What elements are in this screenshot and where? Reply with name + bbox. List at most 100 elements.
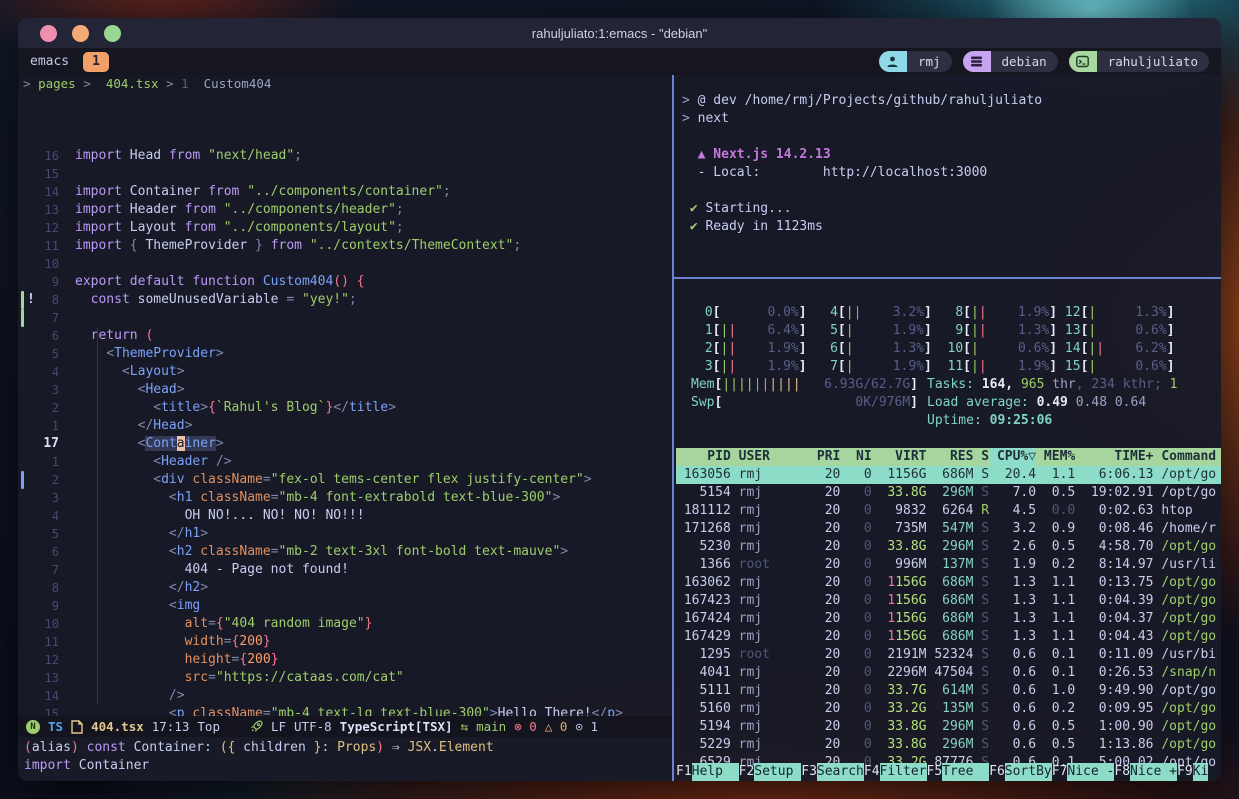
code-line[interactable]: 6 return ( [18, 327, 672, 345]
code-line[interactable]: 11import { ThemeProvider } from "../cont… [18, 237, 672, 255]
fkey-action-filter[interactable]: Filter [880, 763, 927, 781]
code-line[interactable]: 10 alt={"404 random image"} [18, 615, 672, 633]
code-line[interactable]: 13import Header from "../components/head… [18, 201, 672, 219]
code-line-text: export default function Custom404() { [75, 273, 365, 291]
git-branch[interactable]: main [476, 719, 506, 734]
gutter: 5 [18, 345, 67, 363]
code-line[interactable]: 15 <p className="mb-4 text-lg text-blue-… [18, 705, 672, 716]
code-line[interactable]: 1 <Header /> [18, 453, 672, 471]
modeline-filename: 404.tsx [91, 719, 144, 734]
code-line-text: <Header /> [75, 453, 232, 471]
maximize-button[interactable] [104, 25, 121, 42]
code-line[interactable]: 3 <Head> [18, 381, 672, 399]
fkey-action-help[interactable]: Help [692, 763, 739, 781]
code-line[interactable]: 1 </Head> [18, 417, 672, 435]
code-line[interactable]: 10 [18, 255, 672, 273]
terminal-line: ✔ Starting... [682, 200, 1221, 218]
process-row-171268[interactable]: 171268 rmj 20 0 735M 547M S 3.2 0.9 0:08… [676, 520, 1221, 538]
major-mode[interactable]: TypeScript[TSX] [340, 719, 453, 734]
process-row-167429[interactable]: 167429 rmj 20 0 1156G 686M S 1.3 1.1 0:0… [676, 628, 1221, 646]
process-row-163062[interactable]: 163062 rmj 20 0 1156G 686M S 1.3 1.1 0:1… [676, 574, 1221, 592]
code-line[interactable]: 7 404 - Page not found! [18, 561, 672, 579]
process-row-163056[interactable]: 163056 rmj 20 0 1156G 686M S 20.4 1.1 6:… [676, 466, 1221, 484]
code-line[interactable]: 14 /> [18, 687, 672, 705]
info-icon: ⊙ [575, 719, 583, 734]
fkey-action-search[interactable]: Search [817, 763, 864, 781]
process-row-5229[interactable]: 5229 rmj 20 0 33.8G 296M S 0.6 0.5 1:13.… [676, 736, 1221, 754]
fkey-F7: F7 [1052, 763, 1068, 781]
code-line[interactable]: 5 <ThemeProvider> [18, 345, 672, 363]
code-line-text: import Layout from "../components/layout… [75, 219, 404, 237]
code-buffer[interactable]: 16import Head from "next/head";1514impor… [18, 93, 672, 716]
warning-marker: ! [27, 291, 35, 309]
code-line[interactable]: 17 <Container> [18, 435, 672, 453]
process-row-5194[interactable]: 5194 rmj 20 0 33.8G 296M S 0.6 0.5 1:00.… [676, 718, 1221, 736]
code-line[interactable]: 7 [18, 309, 672, 327]
status-badge-rahuljuliato[interactable]: rahuljuliato [1069, 51, 1209, 72]
error-count[interactable]: 0 [529, 719, 537, 734]
fkey-action-ki[interactable]: Ki [1193, 763, 1209, 781]
fkey-action-sortby[interactable]: SortBy [1005, 763, 1052, 781]
htop-stats: Tasks: 164, 965 thr, 234 kthr; 1Load ave… [927, 376, 1178, 430]
code-line[interactable]: 14import Container from "../components/c… [18, 183, 672, 201]
gutter: 15 [18, 705, 67, 716]
fkey-action-nice-+[interactable]: Nice + [1130, 763, 1177, 781]
status-badge-rmj[interactable]: rmj [879, 51, 952, 72]
htop-pane[interactable]: 0[ 0.0%] 4[|| 3.2%] 8[|| 1.9%] 12[| 1.3%… [674, 279, 1221, 781]
window-titlebar[interactable]: rahuljuliato:1:emacs - "debian" [18, 18, 1221, 48]
process-row-1295[interactable]: 1295 root 20 0 2191M 52324 S 0.6 0.1 0:1… [676, 646, 1221, 664]
process-table: PID USER PRI NI VIRT RES S CPU%▽ MEM% TI… [676, 448, 1221, 772]
process-table-header[interactable]: PID USER PRI NI VIRT RES S CPU%▽ MEM% TI… [676, 448, 1221, 466]
process-row-167423[interactable]: 167423 rmj 20 0 1156G 686M S 1.3 1.1 0:0… [676, 592, 1221, 610]
process-row-4041[interactable]: 4041 rmj 20 0 2296M 47504 S 0.6 0.1 0:26… [676, 664, 1221, 682]
process-row-167424[interactable]: 167424 rmj 20 0 1156G 686M S 1.3 1.1 0:0… [676, 610, 1221, 628]
gutter: 7 [18, 561, 67, 579]
warning-icon: △ [545, 719, 553, 734]
htop-function-key-bar: F1Help F2Setup F3SearchF4FilterF5Tree F6… [676, 763, 1221, 781]
fkey-action-nice--[interactable]: Nice - [1067, 763, 1114, 781]
warning-count[interactable]: 0 [560, 719, 568, 734]
code-line[interactable]: 9 <img [18, 597, 672, 615]
info-count[interactable]: 1 [590, 719, 598, 734]
nextjs-terminal-pane[interactable]: > @ dev /home/rmj/Projects/github/rahulj… [674, 75, 1221, 277]
tmux-window-index[interactable]: 1 [83, 52, 109, 72]
code-line[interactable]: 2 <div className="fex-ol tems-center fle… [18, 471, 672, 489]
code-line[interactable]: 12import Layout from "../components/layo… [18, 219, 672, 237]
code-line[interactable]: 13 src="https://cataas.com/cat" [18, 669, 672, 687]
code-line[interactable]: 16import Head from "next/head"; [18, 147, 672, 165]
process-row-5230[interactable]: 5230 rmj 20 0 33.8G 296M S 2.6 0.5 4:58.… [676, 538, 1221, 556]
code-line[interactable]: 9export default function Custom404() { [18, 273, 672, 291]
editor-pane[interactable]: > pages > 404.tsx > 1 Custom404 16import… [18, 75, 672, 781]
code-line[interactable]: 4 OH NO!... NO! NO! NO!!! [18, 507, 672, 525]
code-line[interactable]: 5 </h1> [18, 525, 672, 543]
terminal-line: > @ dev /home/rmj/Projects/github/rahulj… [682, 92, 1221, 110]
code-line[interactable]: !8 const someUnusedVariable = "yey!"; [18, 291, 672, 309]
process-row-1366[interactable]: 1366 root 20 0 996M 137M S 1.9 0.2 8:14.… [676, 556, 1221, 574]
close-button[interactable] [40, 25, 57, 42]
server-icon [963, 51, 991, 72]
code-line[interactable]: 11 width={200} [18, 633, 672, 651]
status-badge-debian[interactable]: debian [963, 51, 1058, 72]
indent-guide [97, 327, 98, 705]
fkey-action-tree[interactable]: Tree [942, 763, 989, 781]
code-line[interactable]: 8 </h2> [18, 579, 672, 597]
process-row-5160[interactable]: 5160 rmj 20 0 33.2G 135M S 0.6 0.2 0:09.… [676, 700, 1221, 718]
process-row-181112[interactable]: 181112 rmj 20 0 9832 6264 R 4.5 0.0 0:02… [676, 502, 1221, 520]
code-line[interactable]: 15 [18, 165, 672, 183]
fkey-action-setup[interactable]: Setup [754, 763, 801, 781]
code-line[interactable]: 2 <title>{`Rahul's Blog`}</title> [18, 399, 672, 417]
code-line[interactable]: 12 height={200} [18, 651, 672, 669]
tmux-session-name[interactable]: emacs [30, 54, 69, 69]
code-line[interactable]: 4 <Layout> [18, 363, 672, 381]
process-row-5154[interactable]: 5154 rmj 20 0 33.8G 296M S 7.0 0.5 19:02… [676, 484, 1221, 502]
line-number: 7 [32, 561, 59, 579]
process-row-5111[interactable]: 5111 rmj 20 0 33.7G 614M S 0.6 1.0 9:49.… [676, 682, 1221, 700]
line-number: 14 [32, 687, 59, 705]
scroll-position: Top [197, 719, 220, 734]
fkey-F3: F3 [801, 763, 817, 781]
code-line[interactable]: 6 <h2 className="mb-2 text-3xl font-bold… [18, 543, 672, 561]
minimize-button[interactable] [72, 25, 89, 42]
code-line[interactable]: 3 <h1 className="mb-4 font-extrabold tex… [18, 489, 672, 507]
tmux-status-bar: emacs 1 rmj debian rahuljuliato [18, 48, 1221, 75]
code-line-text: <p className="mb-4 text-lg text-blue-300… [75, 705, 623, 716]
